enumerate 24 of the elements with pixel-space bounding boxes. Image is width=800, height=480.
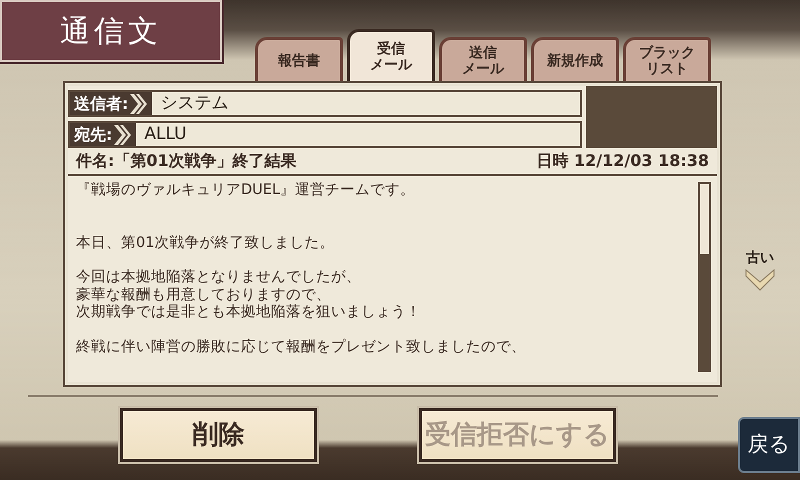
recipient-label: 宛先: <box>74 124 112 146</box>
scrollbar[interactable] <box>698 182 711 372</box>
sender-label: 送信者: <box>74 92 128 114</box>
older-button[interactable]: 古い <box>745 248 775 290</box>
tab[interactable]: 報告書 <box>255 37 343 83</box>
tab[interactable]: 送信 メール <box>439 37 527 83</box>
tab[interactable]: 新規作成 <box>531 37 619 83</box>
message-paragraph: 今回は本拠地陥落となりませんでしたが、 豪華な報酬も用意しておりますので、 次期戦争では是非とも本拠地陥落を狙いましょう！ <box>76 269 422 322</box>
message-paragraph: 本日、第01次戦争が終了致しました。 <box>76 234 336 252</box>
tab[interactable]: ブラック リスト <box>623 37 711 83</box>
delete-button[interactable]: 削除 <box>120 408 317 462</box>
tab[interactable]: 受信 メール <box>347 29 435 83</box>
chevron-icon <box>112 124 132 146</box>
message-paragraph: 『戦場のヴァルキュリアDUEL』運営チームです。 <box>76 182 416 200</box>
recipient-value: ALLU <box>143 122 187 146</box>
sender-value: システム <box>159 92 228 115</box>
date-text: 日時 12/12/03 18:38 <box>536 150 709 172</box>
chevron-down-icon <box>745 268 775 290</box>
message-paragraph: 終戦に伴い陣営の勝敗に応じて報酬をプレゼント致しましたので、 <box>76 338 527 356</box>
subject-text: 件名:「第01次戦争」終了結果 <box>76 150 297 172</box>
scrollbar-thumb[interactable] <box>700 254 709 370</box>
chevron-icon <box>128 92 148 114</box>
title-plate: 通信文 <box>0 0 222 62</box>
back-button[interactable]: 戻る <box>738 417 800 473</box>
